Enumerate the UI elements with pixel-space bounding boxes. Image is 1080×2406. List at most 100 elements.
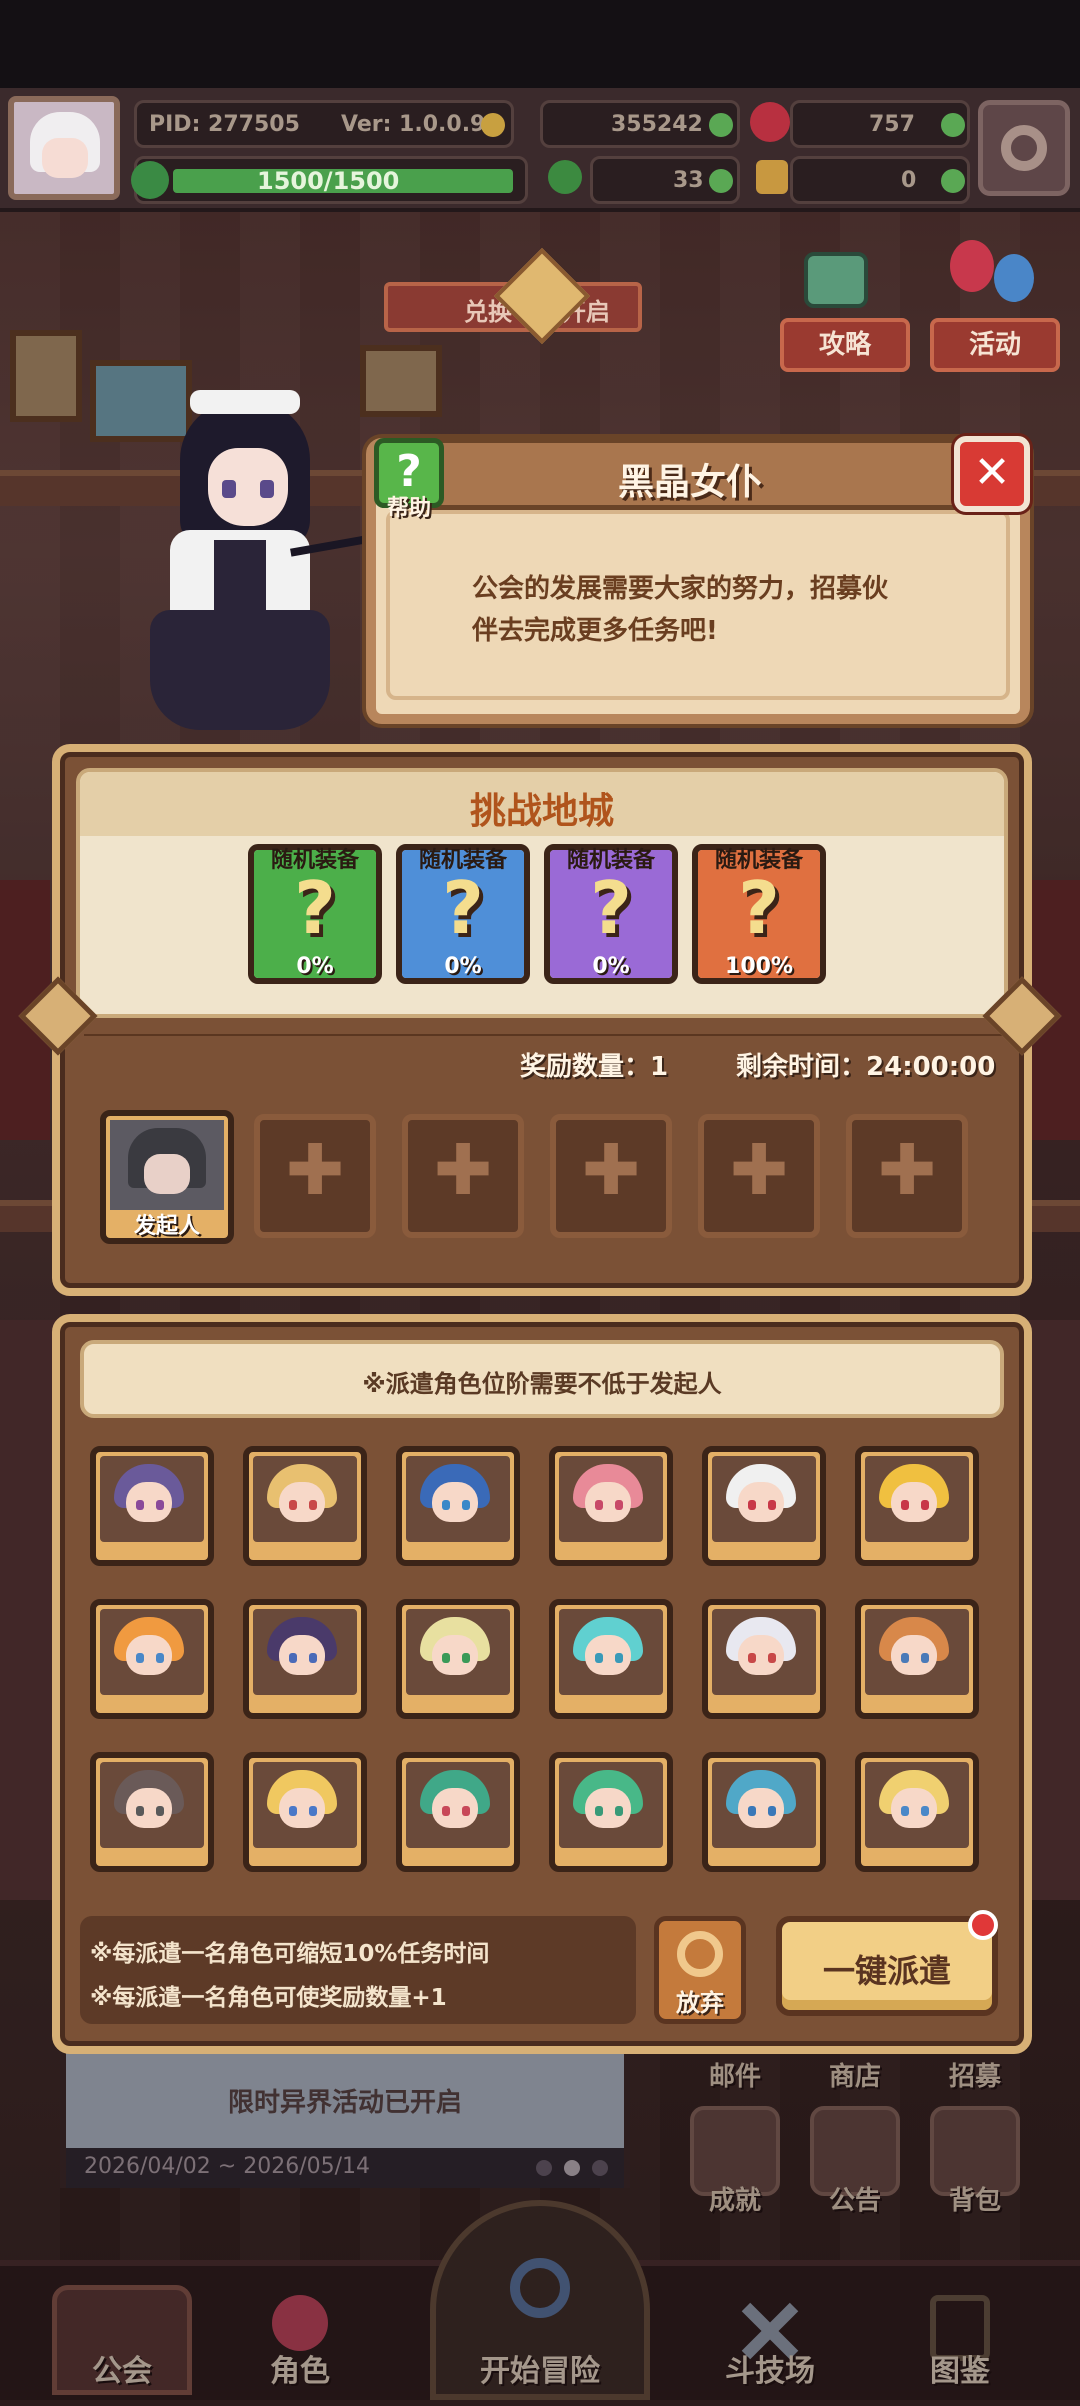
coin-icon: [481, 113, 505, 137]
party-slot-empty[interactable]: ✚: [254, 1114, 376, 1238]
character-portrait[interactable]: [243, 1446, 367, 1566]
reward-card[interactable]: ? 随机装备 0%: [248, 844, 382, 984]
question-icon: ?: [294, 866, 336, 950]
party-slot-empty[interactable]: ✚: [846, 1114, 968, 1238]
portrait-face: [126, 1788, 172, 1828]
reward-card[interactable]: ? 随机装备 0%: [544, 844, 678, 984]
game-version: Ver: 1.0.0.9: [341, 112, 486, 137]
character-portrait[interactable]: [549, 1446, 673, 1566]
character-portrait[interactable]: [702, 1599, 826, 1719]
portrait-face: [279, 1482, 325, 1522]
character-portrait[interactable]: [549, 1752, 673, 1872]
portrait-eye: [462, 1653, 470, 1663]
character-portrait[interactable]: [702, 1446, 826, 1566]
character-portrait[interactable]: [855, 1752, 979, 1872]
party-slot-empty[interactable]: ✚: [550, 1114, 672, 1238]
portrait-eye: [462, 1500, 470, 1510]
tip-time: ※每派遣一名角色可缩短10%任务时间: [90, 1941, 490, 1967]
character-portrait[interactable]: [90, 1752, 214, 1872]
keys-value: 0: [901, 168, 917, 193]
portrait-face: [279, 1635, 325, 1675]
portrait-face: [891, 1635, 937, 1675]
abandon-button[interactable]: 放弃: [654, 1916, 746, 2024]
plus-icon: ✚: [433, 1129, 493, 1211]
maid-skirt: [150, 610, 330, 730]
portrait-eye: [921, 1500, 929, 1510]
reward-count-value: 1: [650, 1052, 669, 1082]
character-portrait[interactable]: [90, 1599, 214, 1719]
dialog-title: 黑晶女仆: [617, 462, 762, 503]
portrait-eye: [442, 1500, 450, 1510]
portrait-face: [585, 1635, 631, 1675]
maid-eye: [222, 480, 236, 498]
portrait-eye: [768, 1500, 776, 1510]
clover-icon: [131, 161, 169, 199]
gems-counter: 757: [790, 100, 970, 148]
portrait-eye: [156, 1653, 164, 1663]
reward-count: 奖励数量：1: [520, 1046, 668, 1083]
portrait-eye: [595, 1653, 603, 1663]
portrait-eye: [901, 1653, 909, 1663]
initiator-label: 发起人: [133, 1214, 200, 1239]
dispatch-all-label: 一键派遣: [822, 1952, 951, 1990]
maid-headdress: [190, 390, 300, 414]
portrait-eye: [615, 1500, 623, 1510]
add-coins-icon[interactable]: [709, 113, 733, 137]
portrait-face: [432, 1482, 478, 1522]
character-portrait[interactable]: [90, 1446, 214, 1566]
portrait-face: [738, 1788, 784, 1828]
refresh-icon: [677, 1931, 723, 1977]
add-keys-icon[interactable]: [941, 169, 965, 193]
stamina-value: 1500/1500: [257, 167, 400, 195]
character-portrait[interactable]: [855, 1446, 979, 1566]
portrait-eye: [901, 1806, 909, 1816]
portrait-eye: [309, 1653, 317, 1663]
reward-card[interactable]: ? 随机装备 0%: [396, 844, 530, 984]
settings-button[interactable]: [978, 100, 1070, 196]
character-portrait[interactable]: [396, 1752, 520, 1872]
portrait-face: [738, 1635, 784, 1675]
reward-card[interactable]: ? 随机装备 100%: [692, 844, 826, 984]
clover-token-icon: [548, 160, 582, 194]
question-icon: ?: [442, 866, 484, 950]
player-avatar[interactable]: [8, 96, 120, 200]
character-portrait[interactable]: [396, 1446, 520, 1566]
help-label: 帮助: [386, 496, 431, 521]
portrait-eye: [748, 1500, 756, 1510]
portrait-eye: [156, 1500, 164, 1510]
reward-percent: 100%: [725, 954, 793, 979]
character-portrait[interactable]: [396, 1599, 520, 1719]
add-gems-icon[interactable]: [941, 113, 965, 137]
add-clover-icon[interactable]: [709, 169, 733, 193]
maid-character-sprite: [110, 390, 390, 740]
character-portrait[interactable]: [243, 1599, 367, 1719]
dialog-message: 公会的发展需要大家的努力，招募伙伴去完成更多任务吧!: [472, 574, 889, 646]
events-button[interactable]: 活动: [930, 318, 1060, 372]
close-button[interactable]: ✕: [954, 436, 1030, 512]
portrait-eye: [136, 1500, 144, 1510]
close-icon: ✕: [973, 447, 1011, 498]
character-portrait[interactable]: [702, 1752, 826, 1872]
portrait-face: [891, 1482, 937, 1522]
party-slot-empty[interactable]: ✚: [402, 1114, 524, 1238]
portrait-eye: [462, 1806, 470, 1816]
initiator-slot[interactable]: 发起人: [100, 1110, 234, 1244]
clover-value: 33: [673, 168, 704, 193]
dispatch-all-button[interactable]: 一键派遣: [776, 1916, 998, 2016]
character-portrait[interactable]: [243, 1752, 367, 1872]
party-slot-empty[interactable]: ✚: [698, 1114, 820, 1238]
chat-bubble-icon: [804, 252, 868, 308]
coins-value: 355242: [611, 112, 703, 137]
status-bar: [0, 0, 1080, 88]
dialog-title-bar: 黑晶女仆: [420, 438, 960, 510]
portrait-eye: [136, 1653, 144, 1663]
initiator-portrait: [110, 1120, 224, 1210]
portrait-eye: [289, 1653, 297, 1663]
strategy-button[interactable]: 攻略: [780, 318, 910, 372]
character-portrait[interactable]: [549, 1599, 673, 1719]
portrait-eye: [768, 1653, 776, 1663]
gems-value: 757: [869, 112, 915, 137]
character-portrait[interactable]: [855, 1599, 979, 1719]
gem-icon: [750, 102, 790, 142]
portrait-eye: [748, 1806, 756, 1816]
